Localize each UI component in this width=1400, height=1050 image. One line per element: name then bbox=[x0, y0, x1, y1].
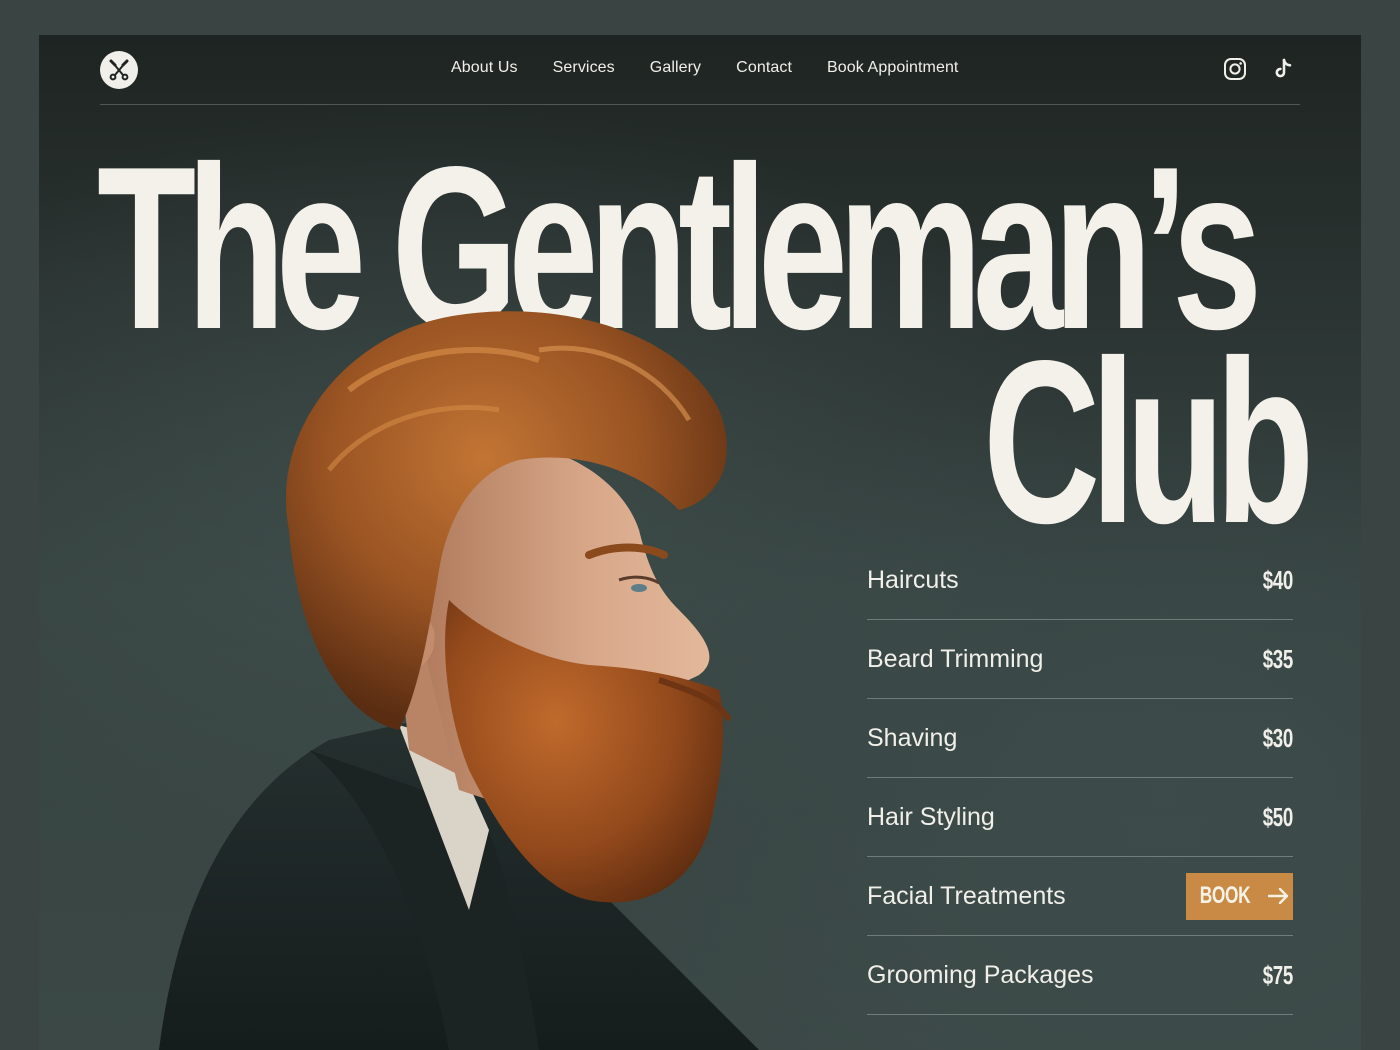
service-row-facial-treatments[interactable]: Facial Treatments BOOK bbox=[867, 857, 1293, 936]
book-button-label: BOOK bbox=[1199, 882, 1250, 909]
service-price: $30 bbox=[1262, 722, 1294, 753]
book-button[interactable]: BOOK bbox=[1186, 872, 1293, 920]
service-price: $50 bbox=[1262, 801, 1294, 832]
arrow-right-icon bbox=[1267, 888, 1288, 904]
service-row-shaving[interactable]: Shaving $30 bbox=[867, 699, 1293, 778]
hero-title-line-2: Club bbox=[983, 313, 1314, 572]
nav-links: About Us Services Gallery Contact Book A… bbox=[451, 59, 958, 77]
nav-book-appointment[interactable]: Book Appointment bbox=[827, 59, 958, 77]
service-price: $75 bbox=[1262, 959, 1294, 990]
service-name: Haircuts bbox=[867, 565, 959, 594]
service-name: Beard Trimming bbox=[867, 644, 1044, 673]
instagram-icon[interactable] bbox=[1223, 57, 1247, 81]
service-name: Hair Styling bbox=[867, 802, 995, 831]
nav-services[interactable]: Services bbox=[553, 59, 615, 77]
tiktok-icon[interactable] bbox=[1271, 57, 1295, 81]
service-row-beard-trimming[interactable]: Beard Trimming $35 bbox=[867, 620, 1293, 699]
services-list: Haircuts $40 Beard Trimming $35 Shaving … bbox=[867, 541, 1293, 1015]
top-navigation: About Us Services Gallery Contact Book A… bbox=[100, 35, 1300, 105]
service-row-haircuts[interactable]: Haircuts $40 bbox=[867, 541, 1293, 620]
bearded-man-portrait bbox=[159, 311, 759, 1050]
nav-about-us[interactable]: About Us bbox=[451, 59, 518, 77]
service-row-grooming-packages[interactable]: Grooming Packages $75 bbox=[867, 936, 1293, 1015]
service-name: Facial Treatments bbox=[867, 881, 1066, 910]
nav-gallery[interactable]: Gallery bbox=[650, 59, 701, 77]
scissors-razor-icon bbox=[109, 59, 129, 81]
service-price: $40 bbox=[1262, 564, 1294, 595]
nav-contact[interactable]: Contact bbox=[736, 59, 792, 77]
service-name: Grooming Packages bbox=[867, 960, 1094, 989]
page-frame: About Us Services Gallery Contact Book A… bbox=[39, 35, 1361, 1050]
service-row-hair-styling[interactable]: Hair Styling $50 bbox=[867, 778, 1293, 857]
service-price: $35 bbox=[1262, 643, 1294, 674]
logo[interactable] bbox=[100, 51, 138, 89]
service-name: Shaving bbox=[867, 723, 958, 752]
